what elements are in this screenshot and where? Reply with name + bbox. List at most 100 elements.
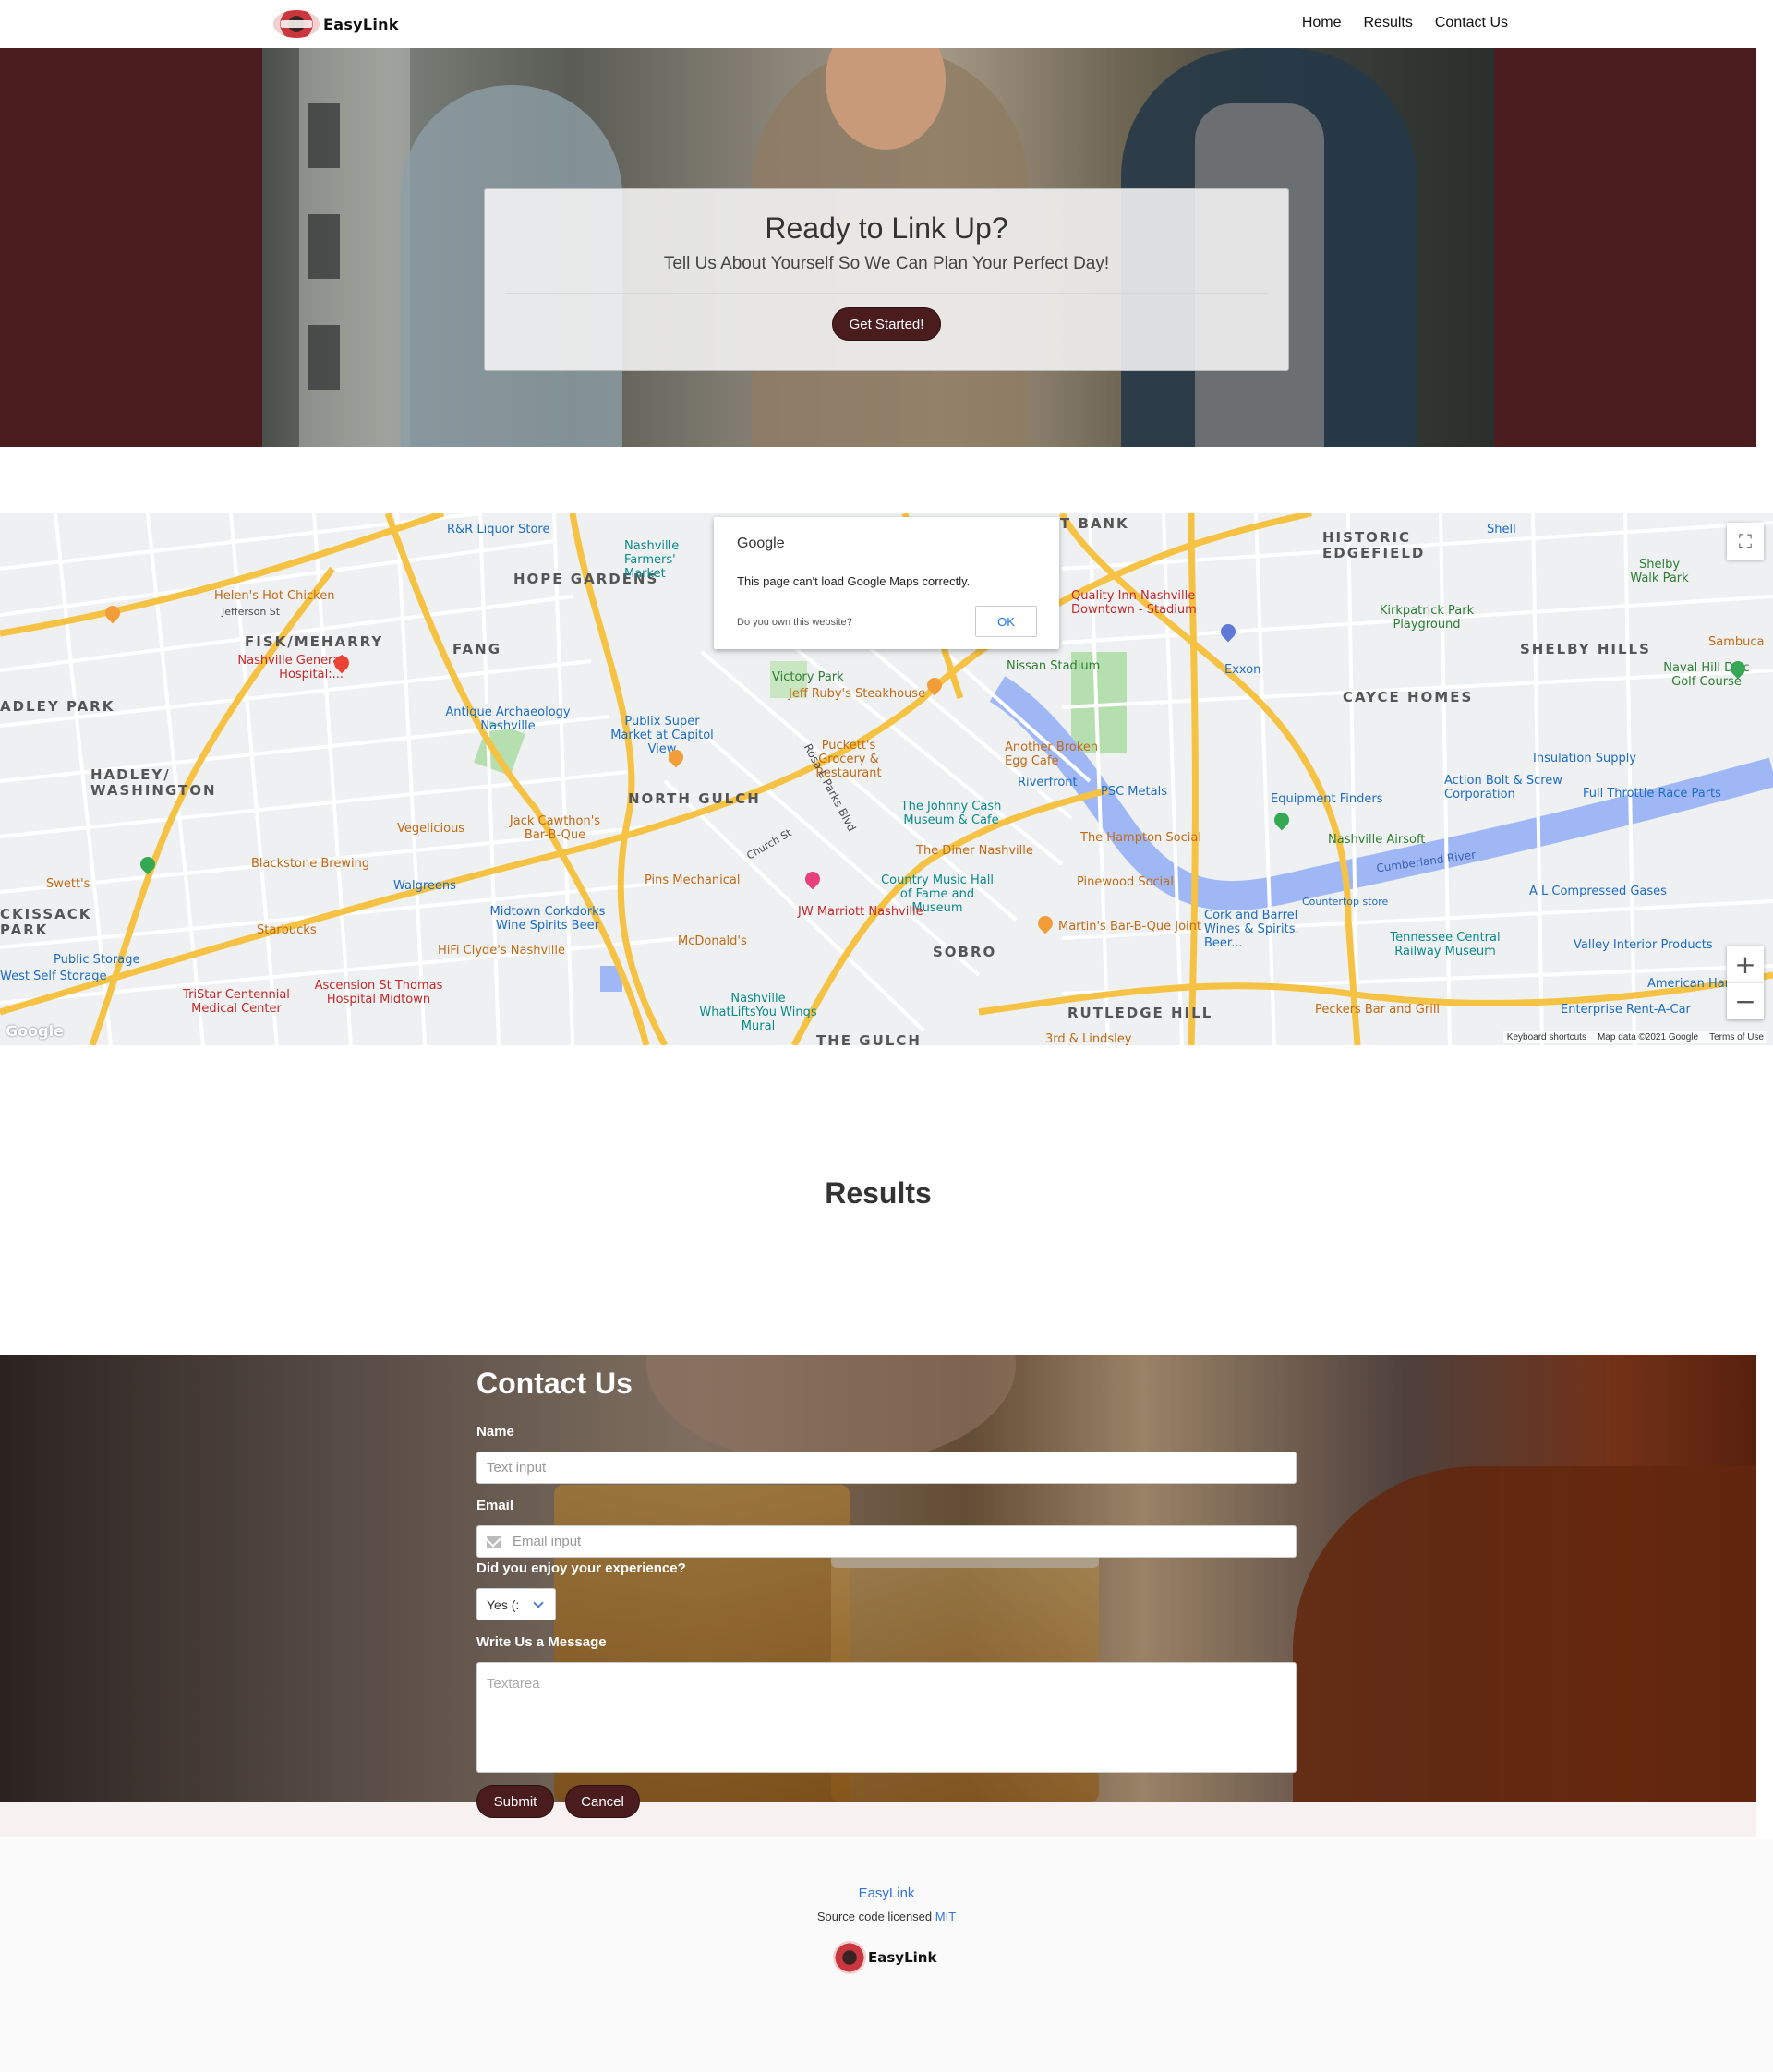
maps-error-message: This page can't load Google Maps correct…: [737, 574, 971, 588]
nav-home[interactable]: Home: [1302, 15, 1342, 31]
map-poi[interactable]: West Self Storage: [0, 970, 107, 983]
map-poi[interactable]: Publix Super Market at Capitol View: [602, 715, 722, 756]
map-label-the-gulch: THE GULCH: [816, 1032, 922, 1045]
nav-results[interactable]: Results: [1364, 15, 1413, 31]
map-poi[interactable]: The Diner Nashville: [916, 844, 1033, 858]
license-text: Source code licensed: [816, 1909, 933, 1923]
fullscreen-icon[interactable]: ⛶: [1727, 523, 1764, 560]
map-poi[interactable]: Kirkpatrick Park Playground: [1376, 604, 1478, 632]
maps-error-dialog: Google This page can't load Google Maps …: [714, 517, 1059, 649]
email-input[interactable]: Email input: [476, 1525, 1297, 1558]
map-poi[interactable]: Full Throttle Race Parts: [1583, 787, 1721, 801]
get-started-button[interactable]: Get Started!: [832, 307, 941, 341]
map-poi[interactable]: Antique Archaeology Nashville: [443, 705, 573, 733]
contact-section: Contact Us Name Text input Email Email i…: [0, 1355, 1756, 1802]
map-poi[interactable]: Nashville General Hospital:...: [223, 654, 344, 681]
map-poi[interactable]: Nissan Stadium: [1007, 659, 1100, 673]
message-label: Write Us a Message: [476, 1634, 607, 1650]
map-poi[interactable]: The Hampton Social: [1080, 831, 1201, 845]
map-poi[interactable]: McDonald's: [678, 934, 747, 948]
map-road-label: Jefferson St: [222, 606, 281, 618]
map-poi[interactable]: Starbucks: [257, 923, 317, 937]
keyboard-shortcuts-link[interactable]: Keyboard shortcuts: [1507, 1032, 1586, 1042]
map-poi[interactable]: Helen's Hot Chicken: [214, 589, 334, 603]
navbar: EasyLink Home Results Contact Us: [0, 0, 1773, 48]
terms-of-use-link[interactable]: Terms of Use: [1709, 1032, 1764, 1042]
map-poi[interactable]: Ascension St Thomas Hospital Midtown: [314, 979, 443, 1006]
map-poi[interactable]: HiFi Clyde's Nashville: [438, 944, 565, 958]
google-logo[interactable]: Google: [6, 1022, 64, 1040]
results-title: Results: [825, 1176, 932, 1210]
map-poi[interactable]: Insulation Supply: [1533, 752, 1636, 765]
map-label-cayce-homes: CAYCE HOMES: [1343, 689, 1474, 705]
map-poi[interactable]: Another Broken Egg Cafe: [1005, 741, 1106, 768]
map-poi[interactable]: Exxon: [1224, 663, 1260, 677]
map-poi[interactable]: Jack Cawthon's Bar-B-Que: [504, 814, 606, 842]
map-poi[interactable]: Enterprise Rent-A-Car: [1561, 1003, 1691, 1017]
brand-link[interactable]: EasyLink: [273, 9, 399, 39]
map-poi[interactable]: Nashville Farmers' Market: [624, 539, 717, 581]
map-poi[interactable]: Valley Interior Products: [1574, 938, 1713, 952]
map-poi[interactable]: Shell: [1487, 523, 1516, 536]
email-placeholder: Email input: [513, 1534, 582, 1549]
map-poi[interactable]: Cork and Barrel Wines & Spirits. Beer...: [1204, 909, 1333, 950]
map-poi[interactable]: Blackstone Brewing: [251, 857, 369, 871]
experience-label: Did you enjoy your experience?: [476, 1560, 686, 1576]
map-poi[interactable]: Riverfront: [1018, 776, 1078, 789]
map-poi[interactable]: Action Bolt & Screw Corporation: [1444, 774, 1564, 801]
map-poi[interactable]: Pins Mechanical: [645, 873, 740, 887]
map-poi[interactable]: Pinewood Social: [1077, 875, 1174, 889]
map-poi[interactable]: Shelby Walk Park: [1627, 558, 1692, 585]
map-poi[interactable]: The Johnny Cash Museum & Cafe: [896, 800, 1007, 827]
map-poi[interactable]: Walgreens: [393, 879, 456, 893]
map-poi[interactable]: 3rd & Lindsley: [1045, 1032, 1131, 1045]
zoom-in-button[interactable]: +: [1727, 946, 1764, 982]
map-poi[interactable]: TriStar Centennial Medical Center: [181, 988, 292, 1016]
map-poi[interactable]: Nashville WhatLiftsYou Wings Mural: [691, 992, 826, 1033]
map-poi[interactable]: Jeff Ruby's Steakhouse: [789, 687, 925, 701]
map-poi[interactable]: PSC Metals: [1101, 785, 1167, 799]
map-poi[interactable]: Martin's Bar-B-Que Joint: [1058, 920, 1201, 934]
experience-select[interactable]: Yes (:: [476, 1588, 556, 1620]
map-poi[interactable]: Swett's: [46, 877, 90, 891]
map-poi[interactable]: Quality Inn Nashville Downtown - Stadium: [1071, 589, 1210, 617]
map-poi[interactable]: Public Storage: [54, 953, 139, 967]
map-embed[interactable]: HOPE GARDENS FISK/MEHARRY FANG HADLEY/ W…: [0, 513, 1773, 1045]
contact-actions-band: [0, 1802, 1756, 1837]
footer: EasyLink Source code licensed MIT EasyLi…: [0, 1839, 1773, 2072]
message-textarea[interactable]: Textarea: [476, 1662, 1297, 1773]
hero-card: Ready to Link Up? Tell Us About Yourself…: [484, 188, 1289, 371]
map-poi[interactable]: Peckers Bar and Grill: [1315, 1003, 1440, 1017]
submit-button[interactable]: Submit: [476, 1785, 554, 1818]
map-poi[interactable]: Vegelicious: [397, 822, 464, 836]
map-poi[interactable]: A L Compressed Gases: [1529, 885, 1667, 898]
google-wordmark: Google: [737, 536, 785, 551]
map-poi[interactable]: JW Marriott Nashville: [798, 905, 923, 919]
map-poi[interactable]: Tennessee Central Railway Museum: [1385, 931, 1505, 958]
map-poi[interactable]: Equipment Finders: [1271, 792, 1382, 806]
cancel-button[interactable]: Cancel: [565, 1785, 640, 1818]
map-poi[interactable]: Countertop store: [1302, 896, 1388, 908]
email-label: Email: [476, 1498, 514, 1513]
hero-subtitle: Tell Us About Yourself So We Can Plan Yo…: [663, 254, 1110, 273]
footer-brand: EasyLink: [833, 1941, 936, 1974]
footer-app-name[interactable]: EasyLink: [0, 1885, 1773, 1901]
map-label-shelby-hills: SHELBY HILLS: [1520, 641, 1651, 657]
map-data-credit: Map data ©2021 Google: [1597, 1032, 1699, 1042]
mit-license-link[interactable]: MIT: [935, 1909, 956, 1923]
nav-contact-us[interactable]: Contact Us: [1435, 15, 1508, 31]
map-poi[interactable]: Midtown Corkdorks Wine Spirits Beer: [488, 905, 608, 933]
map-poi[interactable]: Sambuca: [1708, 635, 1765, 649]
map-label-adley-park: ADLEY PARK: [0, 698, 115, 715]
own-website-question[interactable]: Do you own this website?: [737, 617, 852, 628]
map-label-historic-edgefield: HISTORIC EDGEFIELD: [1322, 529, 1426, 561]
footer-brand-name: EasyLink: [868, 1949, 937, 1966]
brand-name: EasyLink: [323, 15, 399, 33]
map-poi[interactable]: Nashville Airsoft: [1328, 833, 1425, 847]
dialog-ok-button[interactable]: OK: [975, 606, 1037, 637]
map-poi[interactable]: Victory Park: [772, 670, 844, 684]
map-poi[interactable]: American Har: [1647, 977, 1730, 991]
zoom-out-button[interactable]: −: [1727, 982, 1764, 1019]
name-input[interactable]: Text input: [476, 1452, 1297, 1484]
map-poi[interactable]: R&R Liquor Store: [447, 523, 549, 536]
